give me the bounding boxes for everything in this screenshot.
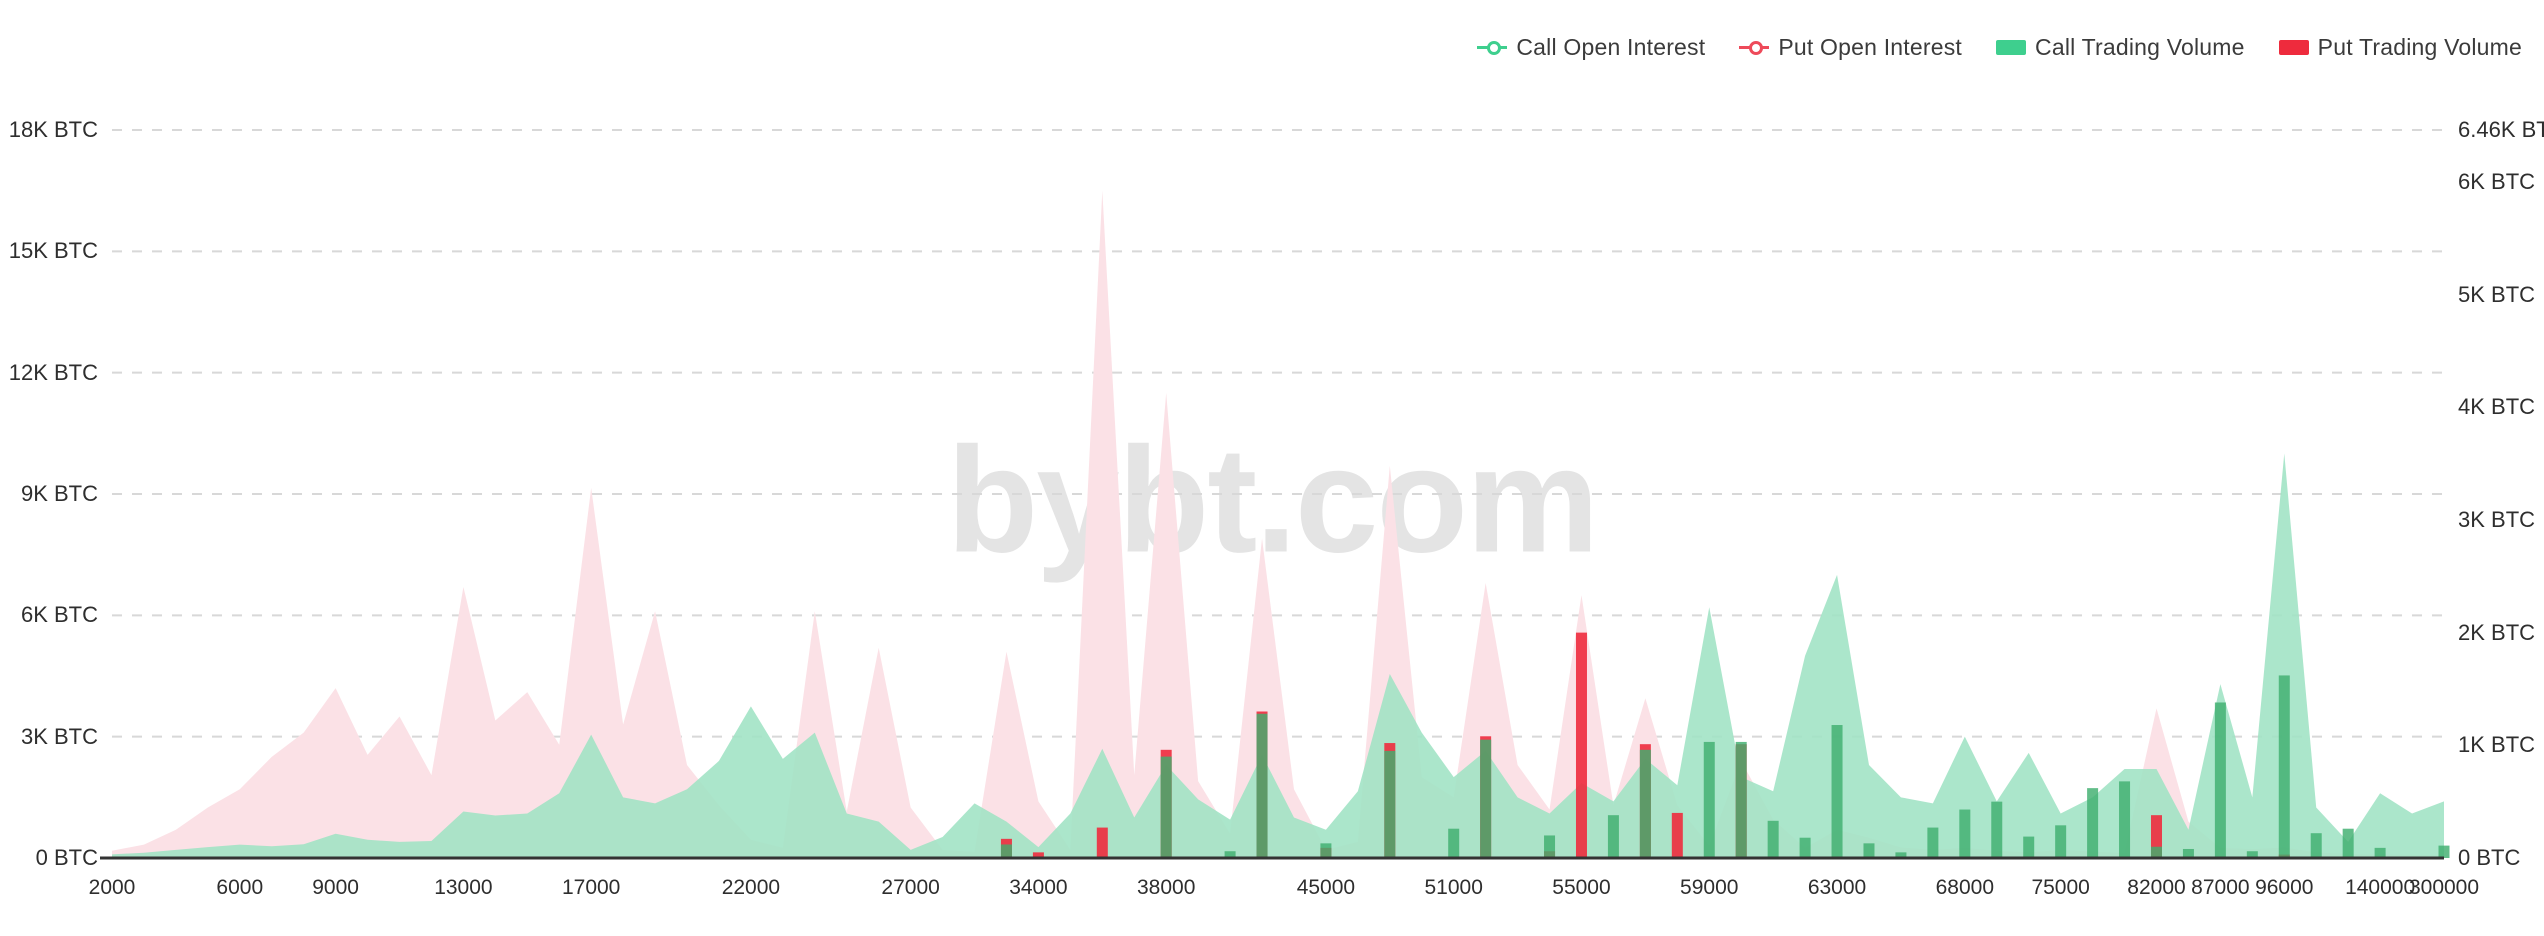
y-right-tick-label: 2K BTC [2458, 619, 2536, 645]
y-left-tick-label: 9K BTC [20, 481, 98, 506]
y-right-tick-label: 4K BTC [2458, 394, 2536, 420]
options-open-interest-chart: bybt.com Call Open Interest Put Open Int… [0, 0, 2544, 936]
x-tick-label: 68000 [1935, 876, 1995, 899]
y-left-tick-label: 6K BTC [20, 602, 98, 628]
x-tick-label: 45000 [1296, 876, 1356, 899]
y-right-tick-label: 1K BTC [2458, 732, 2536, 758]
x-tick-label: 82000 [2127, 876, 2186, 899]
plot-area [100, 129, 2450, 860]
y-right-tick-label: 3K BTC [2458, 506, 2536, 532]
x-tick-label: 59000 [1680, 876, 1739, 899]
x-tick-label: 300000 [2408, 876, 2480, 899]
x-tick-label: 2000 [88, 876, 136, 899]
x-tick-label: 55000 [1552, 876, 1611, 899]
y-left-tick-label: 3K BTC [20, 723, 98, 749]
x-tick-label: 9000 [312, 876, 359, 899]
x-tick-label: 87000 [2191, 876, 2250, 899]
x-tick-label: 6000 [216, 876, 264, 899]
x-tick-label: 34000 [1009, 876, 1068, 899]
x-tick-label: 38000 [1136, 876, 1196, 899]
y-right-tick-label: 5K BTC [2458, 281, 2536, 307]
x-tick-label: 13000 [434, 876, 493, 899]
x-tick-label: 140000 [2345, 876, 2416, 899]
x-tick-label: 51000 [1424, 876, 1483, 899]
put-open-interest-area [112, 190, 2444, 858]
x-tick-label: 17000 [561, 876, 621, 899]
x-tick-label: 22000 [721, 876, 781, 899]
x-tick-label: 75000 [2031, 876, 2090, 899]
y-right-tick-label: 0 BTC [2458, 845, 2521, 870]
y-right-tick-label: 6.46K BTC [2458, 117, 2544, 142]
x-tick-label: 63000 [1807, 876, 1867, 899]
y-left-tick-label: 18K BTC [8, 117, 98, 142]
x-tick-label: 96000 [2255, 876, 2314, 899]
y-right-tick-label: 6K BTC [2458, 168, 2536, 194]
y-left-tick-label: 15K BTC [8, 238, 98, 264]
y-left-tick-label: 0 BTC [35, 845, 98, 870]
y-left-tick-label: 12K BTC [8, 359, 98, 385]
x-tick-label: 27000 [881, 876, 940, 899]
